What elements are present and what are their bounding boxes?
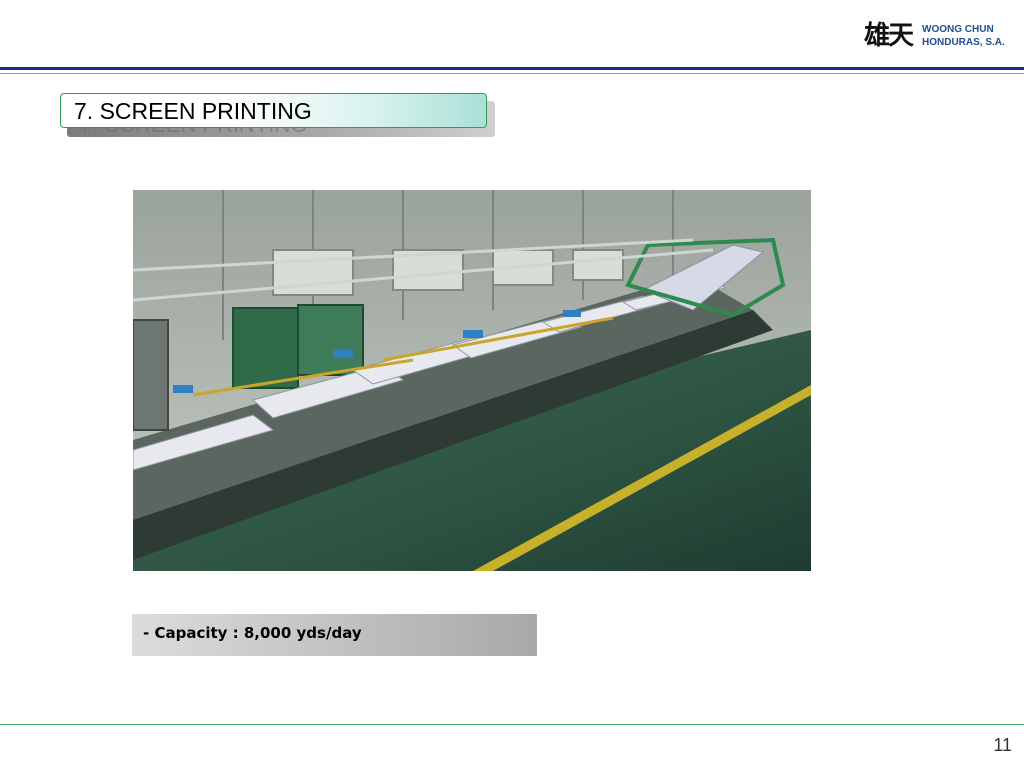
footer-rule bbox=[0, 724, 1024, 725]
slide-title-box: 7. SCREEN PRINTING bbox=[60, 93, 487, 128]
company-logo: 雄天 WOONG CHUN HONDURAS, S.A. bbox=[864, 20, 1014, 54]
logo-mark: 雄天 bbox=[864, 21, 914, 51]
logo-company-name: WOONG CHUN bbox=[922, 24, 994, 35]
header-rule-thin bbox=[0, 73, 1024, 74]
capacity-box: - Capacity : 8,000 yds/day bbox=[132, 614, 537, 656]
screen-printing-machine-image bbox=[133, 190, 811, 571]
capacity-text: - Capacity : 8,000 yds/day bbox=[143, 624, 362, 642]
factory-photo bbox=[133, 190, 811, 571]
slide-title: 7. SCREEN PRINTING bbox=[74, 98, 312, 124]
logo-company-location: HONDURAS, S.A. bbox=[922, 37, 1005, 48]
header-rule bbox=[0, 67, 1024, 70]
page-number: 11 bbox=[993, 735, 1012, 755]
